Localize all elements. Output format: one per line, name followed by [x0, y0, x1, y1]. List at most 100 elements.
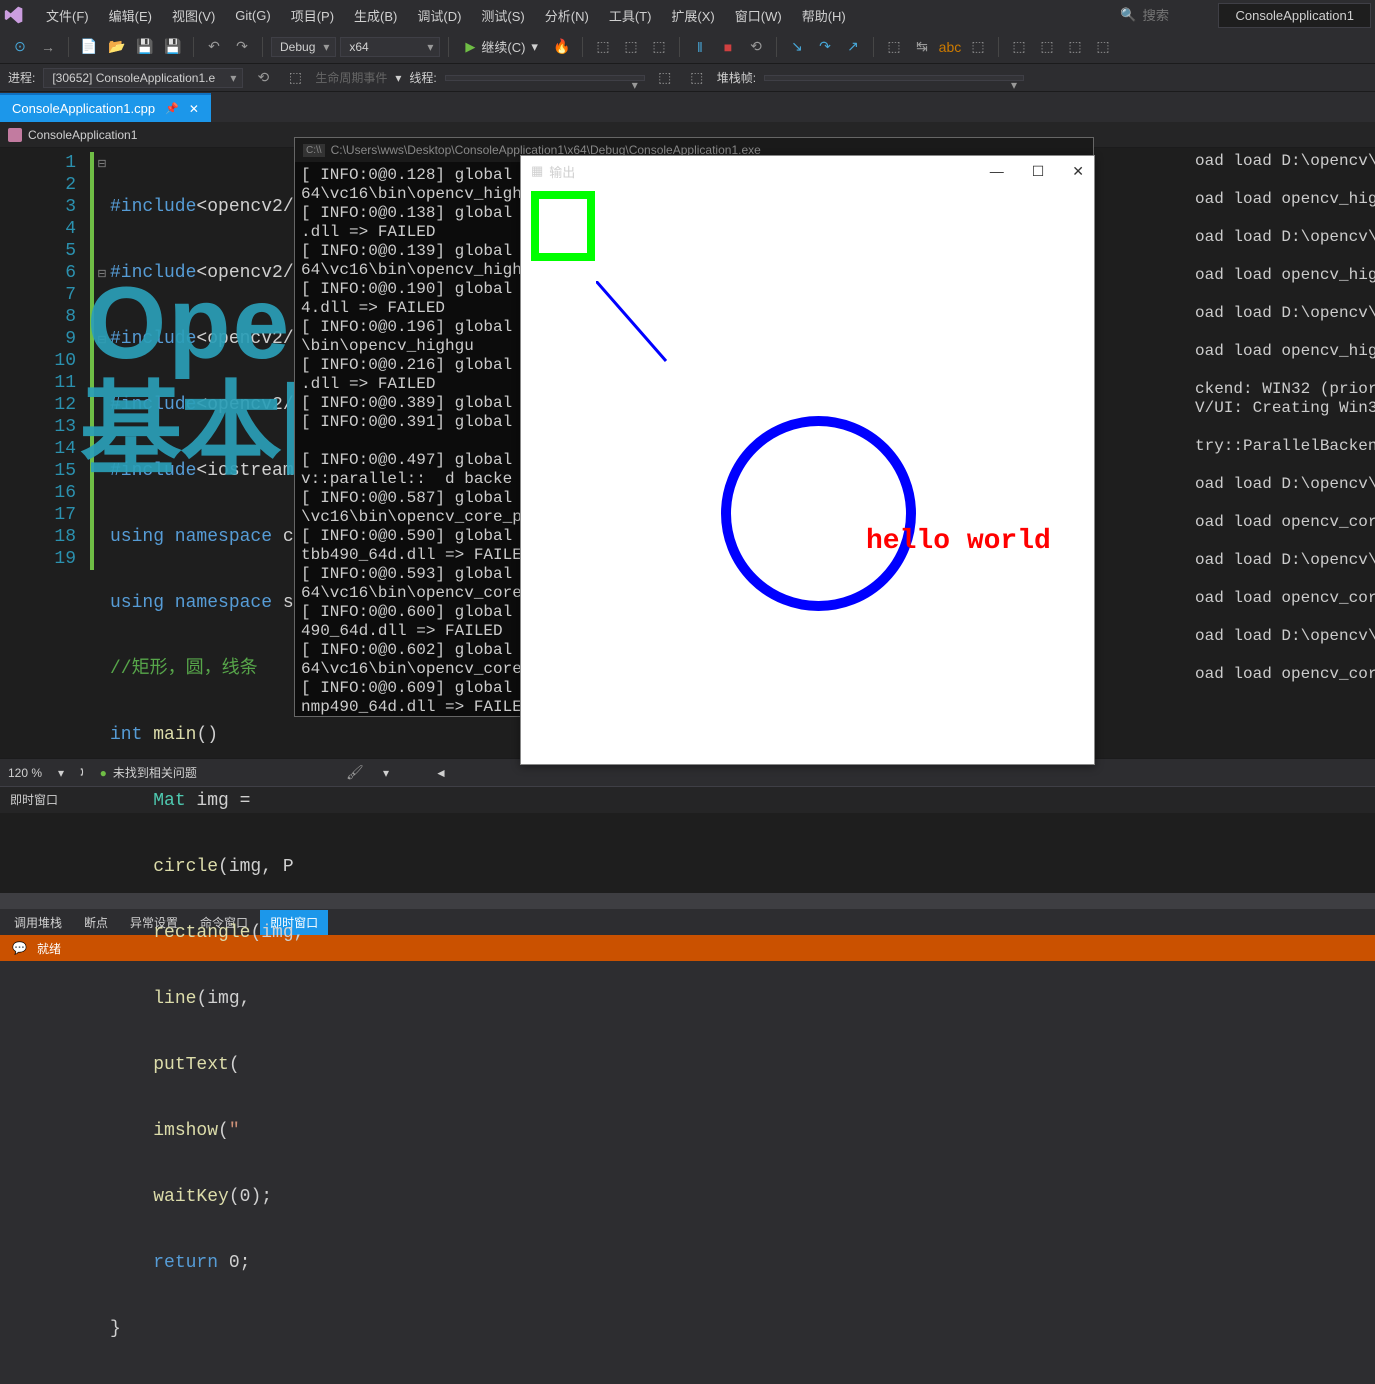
maximize-icon[interactable]: ☐: [1032, 163, 1045, 180]
step-into-button[interactable]: ↘: [785, 35, 809, 59]
line-num: 5: [0, 240, 76, 262]
process-label: 进程:: [8, 69, 35, 86]
line-num: 6: [0, 262, 76, 284]
play-icon: ▶: [465, 39, 475, 55]
tb-icon[interactable]: ⬚: [647, 35, 671, 59]
separator: [582, 37, 583, 57]
back-button[interactable]: ⊙: [8, 35, 32, 59]
output-titlebar[interactable]: ▦ 输出 — ☐ ✕: [521, 156, 1094, 186]
separator: [873, 37, 874, 57]
line-num: 2: [0, 174, 76, 196]
window-icon: ▦: [531, 163, 543, 179]
menu-project[interactable]: 项目(P): [281, 2, 344, 29]
fold-icon[interactable]: ⊟: [90, 152, 110, 174]
tab-callstack[interactable]: 调用堆栈: [4, 910, 72, 935]
tb-icon[interactable]: ⬚: [653, 66, 677, 90]
menu-build[interactable]: 生成(B): [344, 2, 407, 29]
drawn-circle: [721, 416, 916, 611]
close-icon[interactable]: ✕: [1072, 163, 1084, 180]
menu-edit[interactable]: 编辑(E): [99, 2, 162, 29]
config-dropdown[interactable]: Debug: [271, 37, 336, 57]
drawn-rectangle: [531, 191, 595, 261]
line-num: 13: [0, 416, 76, 438]
stackframe-label: 堆栈帧:: [717, 69, 756, 86]
forward-button[interactable]: →: [36, 35, 60, 59]
menu-file[interactable]: 文件(F): [36, 2, 99, 29]
line-num: 1: [0, 152, 76, 174]
tb-icon[interactable]: abc: [938, 35, 962, 59]
hot-reload-button[interactable]: 🔥: [550, 35, 574, 59]
search-icon: 🔍: [1120, 7, 1136, 23]
tb-icon[interactable]: ⟲: [251, 66, 275, 90]
menu-view[interactable]: 视图(V): [162, 2, 225, 29]
tb-icon[interactable]: ⬚: [1063, 35, 1087, 59]
pause-button[interactable]: ‖: [688, 35, 712, 59]
tb-icon[interactable]: ⬚: [882, 35, 906, 59]
separator: [68, 37, 69, 57]
editor-tabs: ConsoleApplication1.cpp 📌 ✕: [0, 92, 1375, 122]
process-dropdown[interactable]: [30652] ConsoleApplication1.e: [43, 68, 243, 88]
menu-git[interactable]: Git(G): [225, 4, 280, 27]
save-button[interactable]: 💾: [133, 35, 157, 59]
tb-icon[interactable]: ⬚: [283, 66, 307, 90]
line-num: 16: [0, 482, 76, 504]
line-num: 11: [0, 372, 76, 394]
tb-icon[interactable]: ⬚: [685, 66, 709, 90]
line-num: 14: [0, 438, 76, 460]
tb-icon[interactable]: 🕽: [80, 765, 84, 780]
line-num: 7: [0, 284, 76, 306]
zoom-value[interactable]: 120 %: [8, 766, 42, 780]
separator: [193, 37, 194, 57]
cmd-icon: C:\\: [303, 144, 325, 157]
minimize-icon[interactable]: —: [990, 163, 1004, 180]
tb-icon[interactable]: ⬚: [1035, 35, 1059, 59]
redo-button[interactable]: ↷: [230, 35, 254, 59]
dropdown-icon: ▾: [531, 39, 538, 55]
tb-icon[interactable]: ⬚: [619, 35, 643, 59]
menu-tools[interactable]: 工具(T): [599, 2, 662, 29]
drawn-text: hello world: [866, 526, 1051, 557]
project-icon: [8, 128, 22, 142]
tb-icon[interactable]: ⬚: [966, 35, 990, 59]
search-input[interactable]: [1142, 8, 1202, 23]
menu-help[interactable]: 帮助(H): [792, 2, 856, 29]
stop-button[interactable]: ■: [716, 35, 740, 59]
menu-window[interactable]: 窗口(W): [725, 2, 792, 29]
tb-icon[interactable]: ⬚: [1007, 35, 1031, 59]
menu-debug[interactable]: 调试(D): [407, 2, 471, 29]
step-out-button[interactable]: ↗: [841, 35, 865, 59]
search-box[interactable]: 🔍: [1112, 5, 1210, 25]
continue-button[interactable]: ▶ 继续(C) ▾: [457, 35, 546, 58]
new-item-button[interactable]: 📄: [77, 35, 101, 59]
console-right-overflow: oad load D:\opencv\ oad load opencv_hig …: [1195, 152, 1375, 684]
save-all-button[interactable]: 💾: [161, 35, 185, 59]
output-title-text: 输出: [549, 162, 575, 181]
breadcrumb-item[interactable]: ConsoleApplication1: [28, 128, 137, 142]
menu-test[interactable]: 测试(S): [471, 2, 534, 29]
tab-title: ConsoleApplication1.cpp: [12, 101, 155, 116]
line-num: 8: [0, 306, 76, 328]
dropdown-icon[interactable]: ▾: [58, 766, 64, 780]
pin-icon[interactable]: 📌: [165, 102, 179, 115]
thread-dropdown[interactable]: [445, 75, 645, 81]
fold-icon[interactable]: ⊟: [90, 328, 110, 350]
feedback-icon[interactable]: 💬: [12, 941, 27, 955]
line-num: 4: [0, 218, 76, 240]
restart-button[interactable]: ⟲: [744, 35, 768, 59]
fold-icon[interactable]: ⊟: [90, 262, 110, 284]
tb-icon[interactable]: ⬚: [1091, 35, 1115, 59]
drawn-line: [596, 281, 696, 381]
tb-icon[interactable]: ⬚: [591, 35, 615, 59]
separator: [776, 37, 777, 57]
stackframe-dropdown[interactable]: [764, 75, 1024, 81]
menu-analyze[interactable]: 分析(N): [535, 2, 599, 29]
open-button[interactable]: 📂: [105, 35, 129, 59]
platform-dropdown[interactable]: x64: [340, 37, 440, 57]
step-over-button[interactable]: ↷: [813, 35, 837, 59]
tab-file[interactable]: ConsoleApplication1.cpp 📌 ✕: [0, 93, 211, 122]
tb-icon[interactable]: ↹: [910, 35, 934, 59]
line-num: 18: [0, 526, 76, 548]
close-icon[interactable]: ✕: [189, 102, 199, 116]
undo-button[interactable]: ↶: [202, 35, 226, 59]
menu-extensions[interactable]: 扩展(X): [661, 2, 724, 29]
